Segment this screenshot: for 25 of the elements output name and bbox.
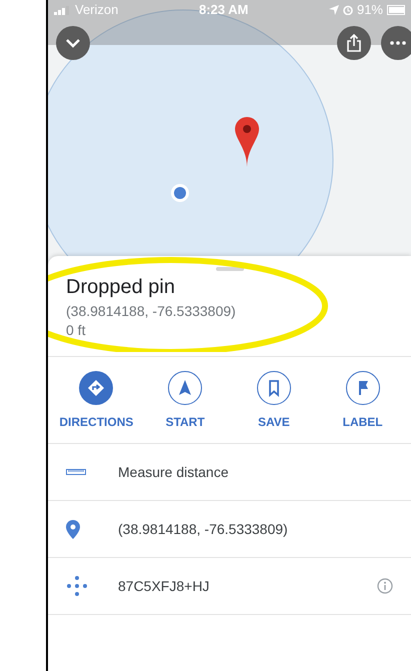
drag-handle[interactable] bbox=[216, 267, 244, 271]
action-button[interactable]: START bbox=[140, 371, 230, 431]
more-icon bbox=[390, 41, 406, 45]
ruler-icon bbox=[66, 469, 86, 475]
share-icon bbox=[346, 34, 362, 52]
detail-text[interactable]: (38.9814188, -76.5333809) bbox=[118, 518, 393, 540]
action-button[interactable]: DIRECTIONS bbox=[52, 371, 141, 431]
detail-text[interactable]: 87C5XFJ8+HJ bbox=[118, 576, 377, 596]
action-button[interactable]: LABEL bbox=[318, 371, 407, 431]
place-title: Dropped pin bbox=[66, 275, 176, 300]
carrier-name: Verizon bbox=[75, 1, 118, 20]
detail-text[interactable]: Measure distance bbox=[118, 462, 393, 482]
chevron-down-icon bbox=[65, 38, 81, 48]
action-button[interactable]: SAVE bbox=[230, 371, 318, 431]
place-coordinates: (38.9814188, -76.5333809) bbox=[66, 302, 237, 321]
status-time: 8:23 AM bbox=[198, 1, 248, 20]
battery-percent: 91% bbox=[356, 1, 383, 20]
battery-icon bbox=[387, 5, 405, 15]
location-arrow-icon bbox=[328, 5, 339, 15]
place-distance: 0 ft bbox=[66, 321, 86, 340]
alarm-icon bbox=[342, 5, 353, 15]
info-icon[interactable] bbox=[377, 578, 393, 594]
dots-icon bbox=[66, 575, 88, 597]
map-pin-icon bbox=[66, 520, 80, 538]
signal-icon bbox=[54, 6, 71, 14]
